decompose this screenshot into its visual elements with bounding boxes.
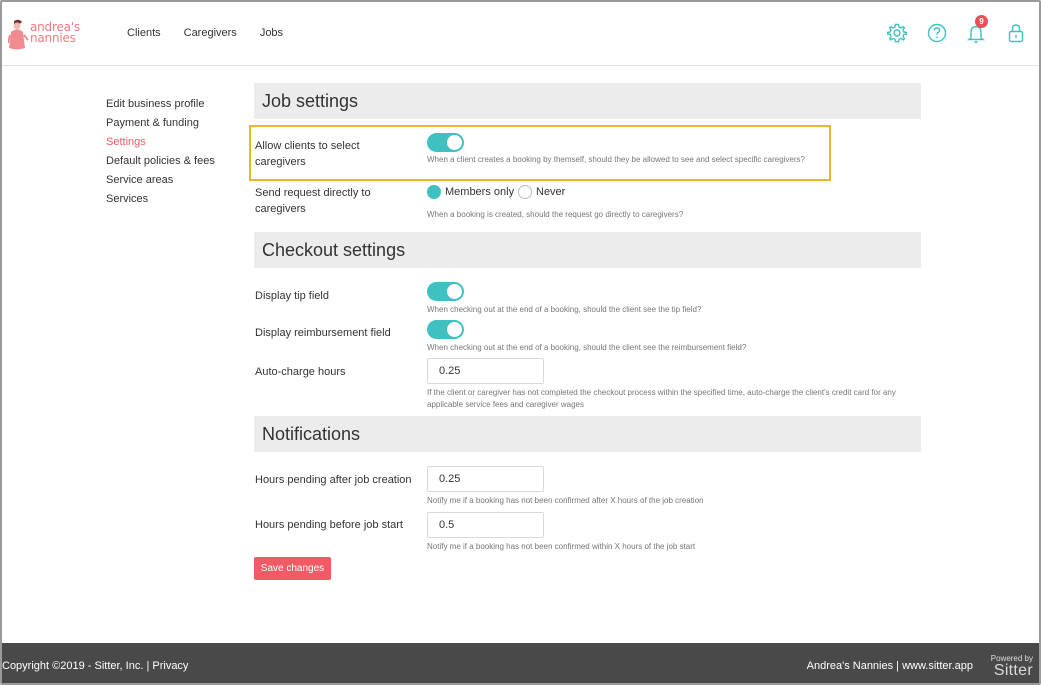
privacy-link[interactable]: Privacy bbox=[152, 660, 188, 672]
reimbursement-hint: When checking out at the end of a bookin… bbox=[427, 343, 747, 352]
lock-icon[interactable] bbox=[1005, 22, 1027, 44]
reimbursement-toggle[interactable] bbox=[427, 320, 464, 339]
auto-charge-input[interactable] bbox=[427, 358, 544, 384]
footer-site-info: Andrea's Nannies | www.sitter.app bbox=[806, 660, 973, 672]
powered-by[interactable]: Powered by Sitter bbox=[991, 654, 1033, 679]
gear-icon[interactable] bbox=[886, 22, 908, 44]
after-creation-hint: Notify me if a booking has not been conf… bbox=[427, 496, 704, 505]
tip-field-label: Display tip field bbox=[255, 290, 329, 302]
radio-members-only-label[interactable]: Members only bbox=[445, 186, 514, 198]
nav-jobs[interactable]: Jobs bbox=[260, 27, 283, 39]
auto-charge-hint: If the client or caregiver has not compl… bbox=[427, 388, 896, 409]
job-settings-header: Job settings bbox=[254, 83, 921, 119]
send-request-hint: When a booking is created, should the re… bbox=[427, 210, 684, 219]
radio-never[interactable] bbox=[518, 185, 532, 199]
sidebar-item-payment[interactable]: Payment & funding bbox=[106, 116, 215, 135]
footer-copyright: Copyright ©2019 - Sitter, Inc. | Privacy bbox=[2, 660, 189, 672]
allow-select-hint: When a client creates a booking by thems… bbox=[427, 155, 805, 164]
send-request-label: Send request directly to caregivers bbox=[255, 187, 371, 215]
section-title: Job settings bbox=[262, 91, 359, 111]
notifications-header: Notifications bbox=[254, 416, 921, 452]
logo-text: andrea's nannies bbox=[30, 20, 80, 45]
before-start-label: Hours pending before job start bbox=[255, 519, 403, 531]
reimbursement-label: Display reimbursement field bbox=[255, 327, 391, 339]
top-header: andrea's nannies Clients Caregivers Jobs bbox=[2, 2, 1039, 66]
radio-never-label[interactable]: Never bbox=[536, 186, 565, 198]
tip-field-toggle[interactable] bbox=[427, 282, 464, 301]
section-title: Notifications bbox=[262, 424, 361, 444]
bell-icon[interactable]: 9 bbox=[966, 15, 988, 44]
settings-sidebar: Edit business profile Payment & funding … bbox=[106, 97, 215, 211]
sidebar-item-service-areas[interactable]: Service areas bbox=[106, 173, 215, 192]
sidebar-item-services[interactable]: Services bbox=[106, 192, 215, 211]
save-changes-button[interactable]: Save changes bbox=[254, 557, 331, 580]
radio-members-only[interactable] bbox=[427, 185, 441, 199]
nanny-logo-icon bbox=[8, 19, 29, 50]
section-title: Checkout settings bbox=[262, 240, 406, 260]
allow-select-toggle[interactable] bbox=[427, 133, 464, 152]
allow-select-label: Allow clients to select caregivers bbox=[255, 140, 360, 168]
after-creation-label: Hours pending after job creation bbox=[255, 474, 412, 486]
sidebar-item-settings[interactable]: Settings bbox=[106, 135, 215, 154]
auto-charge-label: Auto-charge hours bbox=[255, 366, 346, 378]
brand-logo[interactable]: andrea's nannies bbox=[8, 18, 98, 52]
before-start-hint: Notify me if a booking has not been conf… bbox=[427, 542, 696, 551]
app-window: andrea's nannies Clients Caregivers Jobs bbox=[0, 0, 1041, 685]
after-creation-input[interactable] bbox=[427, 466, 544, 492]
before-start-input[interactable] bbox=[427, 512, 544, 538]
notification-badge: 9 bbox=[975, 15, 988, 28]
tip-field-hint: When checking out at the end of a bookin… bbox=[427, 305, 702, 314]
sidebar-item-policies[interactable]: Default policies & fees bbox=[106, 154, 215, 173]
checkout-settings-header: Checkout settings bbox=[254, 232, 921, 268]
help-icon[interactable] bbox=[926, 22, 948, 44]
nav-clients[interactable]: Clients bbox=[127, 27, 161, 39]
main-nav: Clients Caregivers Jobs bbox=[127, 27, 306, 39]
nav-caregivers[interactable]: Caregivers bbox=[184, 27, 237, 39]
sidebar-item-business-profile[interactable]: Edit business profile bbox=[106, 97, 215, 116]
footer: Copyright ©2019 - Sitter, Inc. | Privacy… bbox=[2, 643, 1039, 683]
